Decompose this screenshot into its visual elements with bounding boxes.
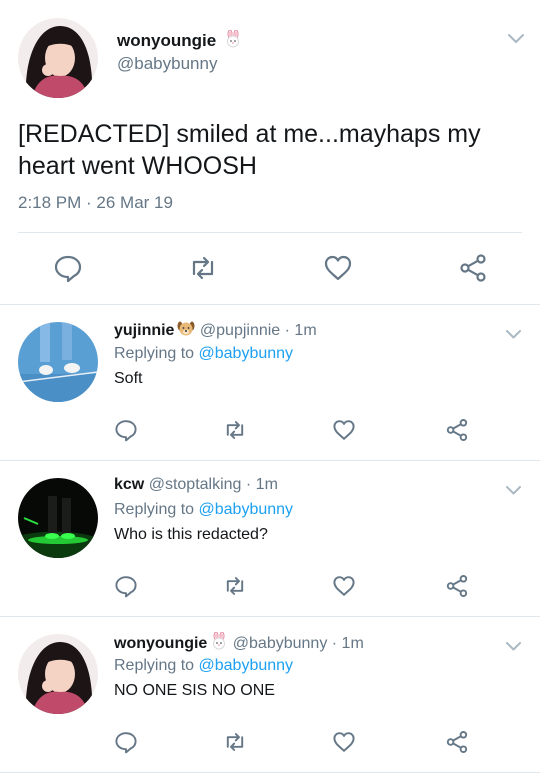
reply-tweet: wonyoungie @babybunny · 1m Replying to @… [0,616,540,772]
avatar[interactable] [18,478,98,558]
replying-to: Replying to @babybunny [114,501,294,518]
display-name[interactable]: wonyoungie [117,30,242,51]
display-name[interactable]: wonyoungie [114,635,207,652]
retweet-icon[interactable] [223,574,247,598]
mention-link[interactable]: @babybunny [199,345,294,362]
handle[interactable]: @pupjinnie [200,322,280,339]
display-name[interactable]: yujinnie [114,322,174,339]
reply-icon[interactable] [53,253,83,283]
reply-text: Who is this redacted? [114,526,268,543]
like-icon[interactable] [332,574,356,598]
reply-icon[interactable] [114,730,138,754]
replying-to: Replying to @babybunny [114,657,294,674]
divider [18,232,522,233]
mention-link[interactable]: @babybunny [199,657,294,674]
reply-icon[interactable] [114,574,138,598]
chevron-down-icon[interactable] [505,329,522,340]
bunny-face-icon [224,30,242,48]
reply-time: · 1m [284,322,317,339]
handle[interactable]: @babybunny [117,54,217,74]
reply-time: · 1m [331,635,364,652]
main-tweet: wonyoungie @babybunny [REDACTED] smiled … [0,0,540,304]
mention-link[interactable]: @babybunny [199,501,294,518]
reply-header: wonyoungie @babybunny · 1m [114,632,364,653]
avatar[interactable] [18,18,98,98]
reply-icon[interactable] [114,418,138,442]
tweet-timestamp[interactable]: 2:18 PM · 26 Mar 19 [18,193,173,213]
like-icon[interactable] [332,730,356,754]
display-name[interactable]: kcw [114,476,144,493]
bunny-face-icon [210,632,228,650]
retweet-icon[interactable] [223,418,247,442]
handle[interactable]: @babybunny [233,635,328,652]
avatar[interactable] [18,322,98,402]
dog-face-icon [177,320,195,337]
reply-text: Soft [114,370,143,387]
retweet-icon[interactable] [223,730,247,754]
chevron-down-icon[interactable] [505,485,522,496]
reply-tweet: yujinnie @pupjinnie · 1m Replying to @ba… [0,304,540,460]
reply-time: · 1m [245,476,278,493]
like-icon[interactable] [332,418,356,442]
tweet-text: [REDACTED] smiled at me...mayhaps my hea… [18,120,481,180]
avatar[interactable] [18,634,98,714]
divider [0,772,540,773]
share-icon[interactable] [445,418,469,442]
share-icon[interactable] [445,730,469,754]
share-icon[interactable] [445,574,469,598]
share-icon[interactable] [458,253,488,283]
handle[interactable]: @stoptalking [149,476,242,493]
chevron-down-icon[interactable] [507,33,525,45]
reply-text: NO ONE SIS NO ONE [114,682,275,699]
reply-header: kcw @stoptalking · 1m [114,476,278,494]
like-icon[interactable] [323,253,353,283]
reply-tweet: kcw @stoptalking · 1m Replying to @babyb… [0,460,540,616]
chevron-down-icon[interactable] [505,641,522,652]
reply-header: yujinnie @pupjinnie · 1m [114,320,317,340]
replying-to: Replying to @babybunny [114,345,294,362]
retweet-icon[interactable] [188,253,218,283]
